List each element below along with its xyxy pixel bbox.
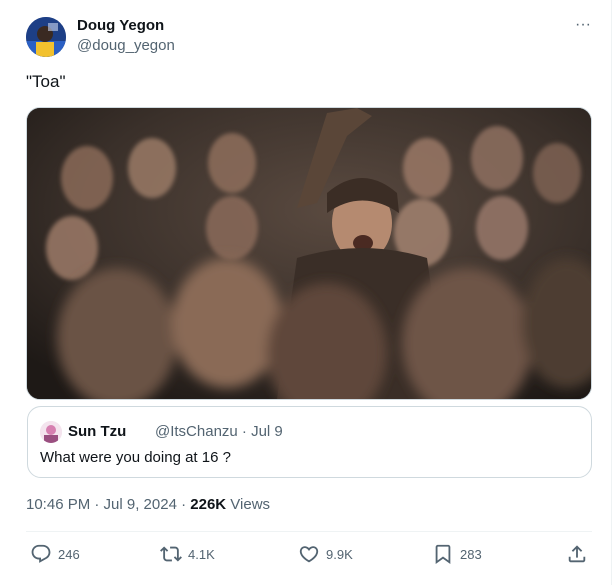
bookmark-count: 283 <box>460 546 482 562</box>
tweet-text: "Toa" <box>26 72 66 91</box>
quote-author-name: Sun Tzu <box>68 423 127 440</box>
quote-author-handle-date: @ItsChanzu · Jul 9 <box>155 423 283 440</box>
repost-icon <box>160 546 182 562</box>
reply-icon <box>31 544 51 563</box>
quote-avatar[interactable] <box>40 421 62 443</box>
more-icon[interactable]: ··· <box>572 14 594 36</box>
like-icon <box>299 546 319 563</box>
share-icon <box>568 545 586 563</box>
like-button[interactable]: 9.9K <box>298 542 353 566</box>
views-label: Views <box>226 496 271 513</box>
like-count: 9.9K <box>326 546 353 562</box>
reply-button[interactable]: 246 <box>30 542 80 566</box>
tweet-card: Doug Yegon @doug_yegon ··· "Toa" Sun Tzu… <box>0 0 612 585</box>
share-button[interactable] <box>566 542 588 566</box>
author-avatar[interactable] <box>26 17 66 57</box>
tweet-meta: 10:46 PM · Jul 9, 2024 · 226K Views <box>26 495 270 515</box>
divider <box>26 531 592 532</box>
bookmark-icon <box>435 544 451 565</box>
author-name[interactable]: Doug Yegon <box>77 16 164 36</box>
repost-button[interactable]: 4.1K <box>160 542 215 566</box>
author-handle[interactable]: @doug_yegon <box>77 36 175 56</box>
quote-tweet[interactable]: Sun Tzu @ItsChanzu · Jul 9 What were you… <box>27 406 592 478</box>
repost-count: 4.1K <box>188 546 215 562</box>
reply-count: 246 <box>58 546 80 562</box>
quote-text: What were you doing at 16 ? <box>40 449 231 466</box>
views-count: 226K <box>190 496 227 513</box>
tweet-image[interactable] <box>26 107 592 400</box>
tweet-timestamp[interactable]: 10:46 PM · Jul 9, 2024 · <box>26 496 190 513</box>
bookmark-button[interactable]: 283 <box>432 542 482 566</box>
